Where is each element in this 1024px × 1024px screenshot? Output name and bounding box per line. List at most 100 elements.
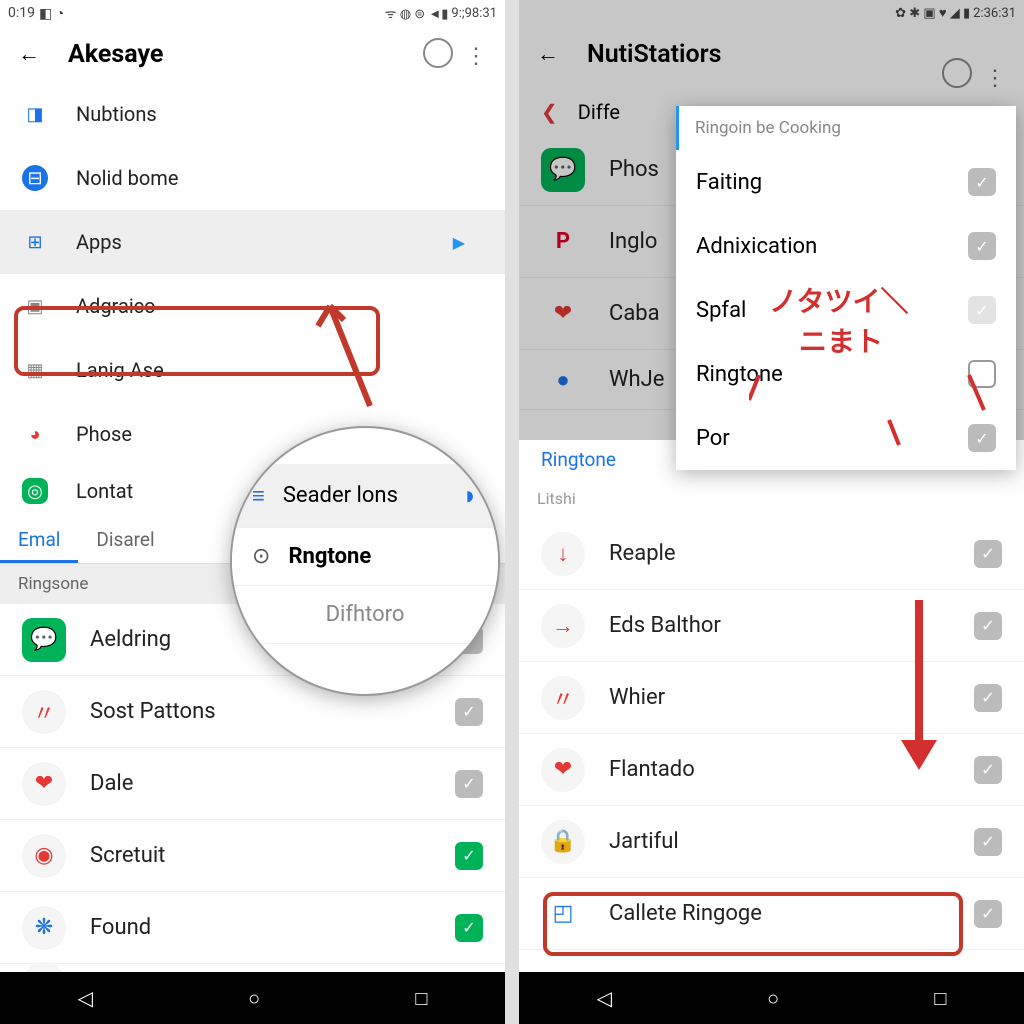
app-row-sostpattons[interactable]: 〃 Sost Pattons ✓ [0,676,505,748]
status-time: 0:19 [8,5,35,21]
app-name: Callete Ringoge [609,901,950,926]
app-row-reaple[interactable]: ↓ Reaple ✓ [519,518,1024,590]
nav-recent-icon[interactable]: □ [415,986,427,1011]
magnifier-callout: ≡ Seader lons ◗ ⊙ Rngtone Difhtoro [230,426,500,696]
check-icon[interactable]: ✓ [974,828,1002,856]
app-icon: 〃 [541,676,585,720]
app-row-found[interactable]: ❋ Found ✓ [0,892,505,964]
nav-back-icon[interactable]: ◁ [597,986,612,1010]
check-icon[interactable]: ✓ [974,900,1002,928]
popup-label: Spfal [696,298,746,323]
popup-header: Ringoin be Cooking [676,106,1016,150]
check-icon[interactable]: ✓ [968,168,996,196]
item-label: Nubtions [76,102,157,126]
app-row-jartiful[interactable]: 🔒 Jartiful ✓ [519,806,1024,878]
status-icon: ◧ ◔ [39,5,64,22]
arrow-down-icon: ↓ [541,532,585,576]
tab-disarel[interactable]: Disarel [78,516,172,563]
toggle-icon: ◗ [462,480,478,511]
heart-icon: ❤ [541,748,585,792]
mail-icon: ◰ [541,892,585,936]
popup-row-adnixication[interactable]: Adnixication ✓ [676,214,1016,278]
grid-icon: ▦ [22,357,48,383]
nav-home-icon[interactable]: ○ [248,986,260,1011]
mag-label: Seader lons [283,483,398,508]
nav-recent-icon[interactable]: □ [934,986,946,1011]
check-icon[interactable]: ✓ [974,612,1002,640]
mag-label: Difhtoro [326,602,405,627]
arrow-annotation [300,296,390,426]
popup-row-faiting[interactable]: Faiting ✓ [676,150,1016,214]
popup-label: Por [696,426,730,451]
phone-left: 0:19 ◧ ◔ ᯤ ◍ ⊜ ◄▮ 9:;98:31 cation itli i… [0,0,505,1024]
clock-icon: ◕ [22,421,48,447]
radio-icon: ⊙ [252,544,270,569]
app-icon: ❋ [22,906,66,950]
settings-item-nubtions[interactable]: ◨ Nubtions [0,82,505,146]
settings-item-lanigase[interactable]: ▦ Lanig Ase [0,338,505,402]
navbar: ◁ ○ □ [519,972,1024,1024]
lock-icon: 🔒 [541,820,585,864]
app-name: Dale [90,771,431,796]
apps-icon: ⊞ [22,229,48,255]
popup-label: Faiting [696,170,762,195]
phone-right: ✿ ✱ ▣ ♥ ◢ ▮ 2:36:31 ← NutiStatiors ⋮ ❮ D… [519,0,1024,1024]
settings-item-nolidbome[interactable]: ⊟ Nolid bome [0,146,505,210]
menu-icon: ≡ [252,483,265,509]
item-label: Apps [76,230,122,254]
anno-lines [749,370,999,450]
check-icon[interactable]: ✓ [455,770,483,798]
item-label: Lontat [76,479,133,503]
check-icon[interactable]: ✓ [968,232,996,260]
app-name: Reaple [609,541,950,566]
check-icon[interactable]: ✓ [455,914,483,942]
status-clock: 9:;98:31 [451,6,497,21]
check-icon[interactable]: ✓ [455,842,483,870]
camera-icon: ▣ [22,293,48,319]
settings-item-apps[interactable]: ⊞ Apps ▶ [0,210,505,274]
nav-home-icon[interactable]: ○ [767,986,779,1011]
page-title: Akesaye [68,40,163,69]
mag-label: Rngtone [288,544,371,569]
check-icon[interactable]: ✓ [974,540,1002,568]
app-name: Jartiful [609,829,950,854]
check-icon[interactable]: ✓ [974,756,1002,784]
item-label: Lanig Ase [76,358,164,382]
check-icon[interactable]: ✓ [455,698,483,726]
back-arrow-icon[interactable]: ← [18,41,40,67]
check-icon[interactable]: ✓ [974,684,1002,712]
anno-line: ノタツイ＼ [769,280,908,320]
app-row-calleteringoge[interactable]: ◰ Callete Ringoge ✓ [519,878,1024,950]
heart-icon: ❤ [22,762,66,806]
app-row-scretuit[interactable]: ◉ Scretuit ✓ [0,820,505,892]
app-name: Scretuit [90,843,431,868]
app-name: Found [90,915,431,940]
app-name: Sost Pattons [90,699,431,724]
chevron-right-icon: ▶ [453,233,465,252]
status-bar: 0:19 ◧ ◔ ᯤ ◍ ⊜ ◄▮ 9:;98:31 [0,0,505,26]
app-icon: ◎ [22,478,48,504]
item-label: Adgraico [76,294,156,318]
globe-icon[interactable] [423,38,453,68]
mail-icon: ◨ [22,101,48,127]
app-icon: 〃 [22,690,66,734]
popup-label: Adnixication [696,234,817,259]
record-icon: ◉ [22,834,66,878]
anno-line: ニまト [799,320,908,360]
tab-emal[interactable]: Emal [0,516,78,563]
section-header: Litshi [519,479,1024,518]
more-icon[interactable]: ⋮ [465,44,487,69]
check-icon dim[interactable]: ✓ [968,296,996,324]
app-icon: 💬 [22,618,66,662]
item-label: Phose [76,422,132,446]
app-row-dale[interactable]: ❤ Dale ✓ [0,748,505,820]
item-label: Nolid bome [76,166,178,190]
settings-item-adgraico[interactable]: ▣ Adgraico [0,274,505,338]
arrow-annotation [889,600,949,800]
navbar: ◁ ○ □ [0,972,505,1024]
circle-icon: ⊟ [22,165,48,191]
arrow-right-icon: → [541,604,585,648]
handwritten-annotation: ノタツイ＼ ニまト [769,280,908,360]
status-icons: ᯤ ◍ ⊜ ◄▮ [385,4,449,22]
nav-back-icon[interactable]: ◁ [78,986,93,1010]
